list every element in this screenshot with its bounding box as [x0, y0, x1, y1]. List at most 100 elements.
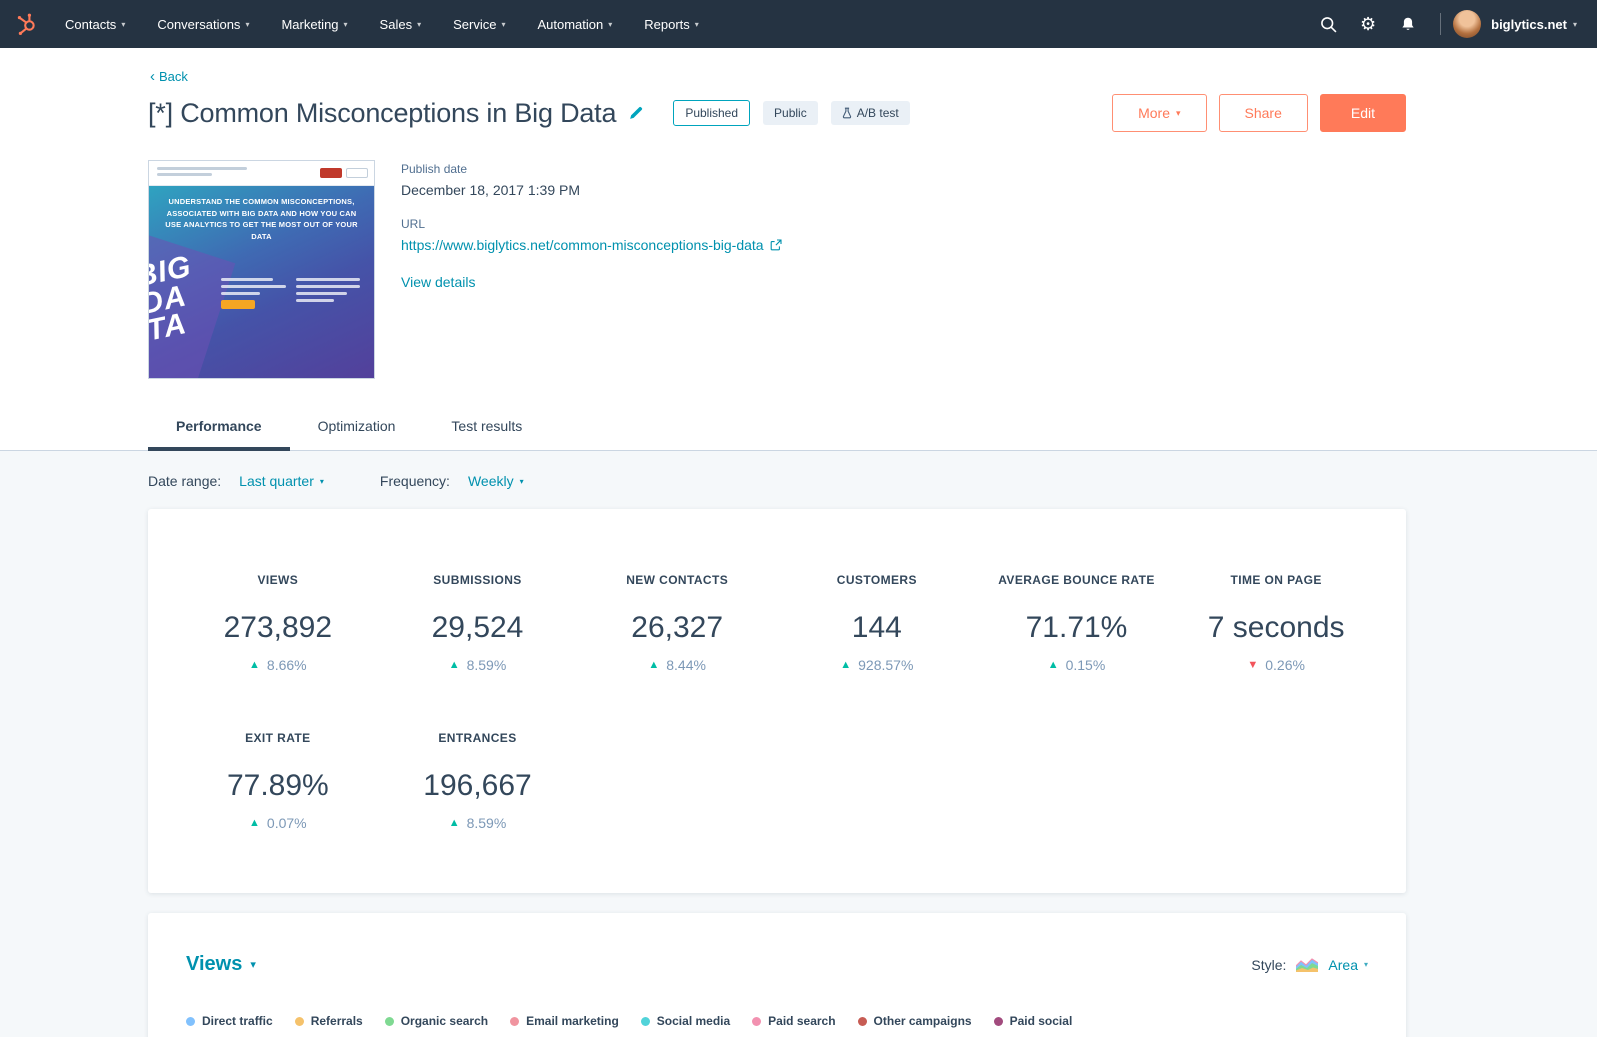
views-metric-select[interactable]: Views ▾ [186, 953, 256, 976]
status-badge-public: Public [763, 101, 818, 125]
chevron-down-icon: ▾ [343, 19, 348, 29]
nav-item-contacts[interactable]: Contacts ▾ [49, 0, 141, 48]
delta-value: 0.26% [1265, 657, 1305, 673]
metric-label: AVERAGE BOUNCE RATE [998, 573, 1155, 587]
metric-delta: 0.15% [977, 657, 1177, 673]
metric-entrances: ENTRANCES 196,667 8.59% [378, 731, 578, 831]
metric-label: SUBMISSIONS [433, 573, 522, 587]
gear-icon[interactable]: ⚙ [1348, 0, 1388, 48]
chevron-down-icon: ▾ [250, 959, 256, 971]
page-thumbnail[interactable]: UNDERSTAND THE COMMON MISCONCEPTIONS, AS… [148, 160, 375, 379]
more-label: More [1138, 105, 1170, 121]
views-title-label: Views [186, 953, 243, 975]
nav-item-reports[interactable]: Reports ▾ [628, 0, 715, 48]
legend-item-other-campaigns[interactable]: Other campaigns [857, 1014, 972, 1028]
publish-date-block: Publish date December 18, 2017 1:39 PM [401, 162, 782, 198]
date-range-select[interactable]: Last quarter ▾ [239, 473, 324, 489]
chevron-down-icon: ▾ [501, 19, 506, 29]
metric-submissions: SUBMISSIONS 29,524 8.59% [378, 573, 578, 673]
metric-value: 7 seconds [1207, 611, 1345, 644]
frequency-select[interactable]: Weekly ▾ [468, 473, 524, 489]
metric-value: 29,524 [431, 611, 524, 644]
metrics-card: VIEWS 273,892 8.66% SUBMISSIONS 29,524 8… [148, 509, 1406, 893]
chevron-down-icon: ▾ [608, 19, 613, 29]
view-details-link[interactable]: View details [401, 274, 475, 290]
avatar[interactable] [1453, 10, 1482, 38]
delta-value: 928.57% [858, 657, 914, 673]
chevron-down-icon: ▾ [245, 19, 250, 29]
chevron-down-icon: ▾ [319, 476, 324, 486]
legend-item-paid-social[interactable]: Paid social [993, 1014, 1072, 1028]
chevron-down-icon: ▾ [1175, 107, 1181, 118]
bell-icon[interactable] [1388, 0, 1428, 48]
nav-item-sales[interactable]: Sales ▾ [364, 0, 438, 48]
date-range-label: Date range: [148, 473, 222, 489]
metric-value: 77.89% [226, 769, 329, 802]
legend-dot [186, 1016, 195, 1026]
frequency-value: Weekly [467, 473, 514, 489]
metric-value: 196,667 [423, 769, 532, 802]
flask-icon [842, 107, 851, 119]
metric-value: 144 [851, 611, 902, 644]
legend-dot [384, 1016, 394, 1026]
chart-style-select[interactable]: Area ▾ [1328, 957, 1368, 973]
chevron-down-icon: ▾ [519, 476, 524, 486]
legend-label: Direct traffic [202, 1014, 273, 1028]
details-row: UNDERSTAND THE COMMON MISCONCEPTIONS, AS… [148, 160, 1406, 379]
style-label: Style: [1251, 956, 1287, 973]
chevron-down-icon: ▾ [121, 19, 126, 29]
page-title: [*] Common Misconceptions in Big Data [148, 97, 617, 128]
nav-divider [1440, 13, 1442, 35]
search-icon[interactable] [1308, 0, 1348, 48]
tab-performance[interactable]: Performance [148, 405, 290, 451]
tab-optimization[interactable]: Optimization [290, 405, 424, 451]
legend-item-direct-traffic[interactable]: Direct traffic [186, 1014, 273, 1028]
metric-label: NEW CONTACTS [626, 573, 729, 587]
metric-delta: 0.26% [1176, 657, 1376, 673]
tab-test-results[interactable]: Test results [423, 405, 550, 451]
legend-item-organic-search[interactable]: Organic search [384, 1014, 488, 1028]
delta-arrow-icon [1048, 660, 1059, 671]
hubspot-logo-icon[interactable] [16, 13, 39, 36]
url-block: URL https://www.biglytics.net/common-mis… [401, 217, 782, 255]
legend-item-referrals[interactable]: Referrals [294, 1014, 363, 1028]
edit-button[interactable]: Edit [1319, 94, 1406, 132]
legend-label: Referrals [310, 1014, 363, 1028]
legend-item-email-marketing[interactable]: Email marketing [510, 1014, 619, 1028]
nav-item-automation[interactable]: Automation ▾ [521, 0, 628, 48]
tabs: Performance Optimization Test results [148, 405, 1406, 451]
metric-label: CUSTOMERS [836, 573, 917, 587]
legend-dot [510, 1016, 520, 1026]
delta-arrow-icon [249, 818, 260, 829]
external-link-icon [770, 239, 782, 251]
date-range-value: Last quarter [239, 473, 314, 489]
status-badge-ab-test: A/B test [830, 101, 910, 125]
chevron-left-icon: ‹ [150, 68, 155, 85]
back-link[interactable]: ‹ Back [150, 69, 188, 84]
legend-item-paid-search[interactable]: Paid search [752, 1014, 836, 1028]
nav-item-service[interactable]: Service ▾ [437, 0, 521, 48]
delta-value: 8.66% [266, 657, 307, 673]
chart-legend: Direct traffic Referrals Organic search … [186, 1014, 1368, 1028]
delta-arrow-icon [249, 660, 260, 671]
nav-item-label: Conversations [157, 16, 241, 32]
share-button[interactable]: Share [1218, 94, 1308, 132]
thumbnail-form [221, 278, 360, 309]
nav-item-label: Sales [379, 16, 413, 32]
more-button[interactable]: More ▾ [1112, 94, 1207, 132]
chevron-down-icon: ▾ [694, 19, 699, 29]
page-url-link[interactable]: https://www.biglytics.net/common-misconc… [401, 237, 782, 253]
edit-title-pencil-icon[interactable] [628, 106, 643, 121]
metric-value: 71.71% [1025, 611, 1128, 644]
nav-item-conversations[interactable]: Conversations ▾ [141, 0, 265, 48]
account-menu[interactable]: biglytics.net ▾ [1491, 17, 1577, 32]
thumbnail-cta-button [221, 299, 255, 309]
legend-item-social-media[interactable]: Social media [640, 1014, 730, 1028]
metric-label: EXIT RATE [245, 731, 311, 745]
chart-style-group: Style: Area ▾ [1251, 957, 1368, 973]
metrics-grid: VIEWS 273,892 8.66% SUBMISSIONS 29,524 8… [148, 509, 1406, 893]
metric-label: VIEWS [257, 573, 299, 587]
publish-date-label: Publish date [401, 162, 468, 176]
nav-item-marketing[interactable]: Marketing ▾ [265, 0, 363, 48]
legend-dot [857, 1016, 867, 1026]
